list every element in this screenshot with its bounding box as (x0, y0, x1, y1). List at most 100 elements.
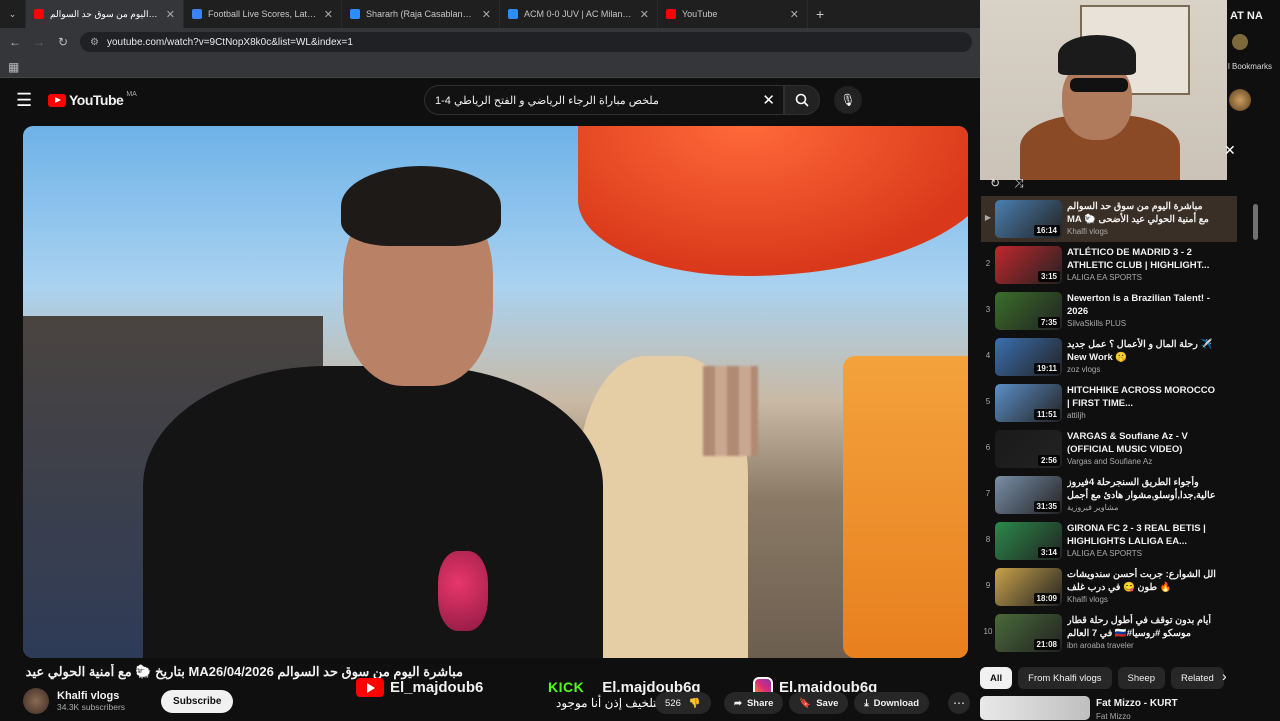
reload-icon[interactable]: ↻ (56, 35, 70, 49)
tab-title: Football Live Scores, Latest Foo (208, 9, 318, 19)
youtube-logo-text: YouTube (69, 92, 124, 108)
filter-chip[interactable]: All (980, 667, 1013, 689)
playlist-item-title[interactable]: ATLÉTICO DE MADRID 3 - 2 ATHLETIC CLUB |… (1067, 246, 1217, 272)
playlist-item-channel: LALIGA EA SPORTS (1067, 273, 1142, 282)
search-button[interactable] (784, 85, 820, 115)
back-icon[interactable]: ← (8, 35, 22, 49)
chevron-down-icon: ⌄ (8, 8, 17, 19)
playlist-item[interactable]: 2 3:15 ATLÉTICO DE MADRID 3 - 2 ATHLETIC C… (981, 242, 1237, 288)
close-playlist-icon[interactable]: ✕ (1224, 142, 1236, 159)
playlist-item-title[interactable]: Newerton is a Brazilian Talent! - 2026 (1067, 292, 1217, 318)
clear-search-icon[interactable]: ✕ (762, 91, 775, 109)
up-next-title[interactable]: Fat Mizzo - KURT (1096, 698, 1178, 709)
save-button[interactable]: 🔖 Save (789, 692, 849, 714)
playlist-item-channel: مشاوير فيروزية (1067, 503, 1119, 512)
video-player[interactable] (23, 126, 968, 658)
shuffle-icon[interactable]: ⤨ (1014, 176, 1024, 191)
playlist-item[interactable]: ▶ 16:14 مباشرة اليوم من سوق حد السوالم MA … (981, 196, 1237, 242)
download-button[interactable]: ⤓ Download (854, 692, 929, 714)
playlist-item-title[interactable]: VARGAS & Soufiane Az - V (OFFICIAL MUSIC… (1067, 430, 1217, 456)
all-bookmarks-link[interactable]: l Bookmarks (1228, 62, 1272, 71)
channel-avatar[interactable] (23, 688, 49, 714)
playlist-item[interactable]: 9 18:09 الل الشوارع: جربت أحسن سندويشات طو… (981, 564, 1237, 610)
playlist-item-channel: ibn aroaba traveler (1067, 641, 1134, 650)
playlist-item[interactable]: 6 2:56 VARGAS & Soufiane Az - V (OFFICIAL … (981, 426, 1237, 472)
close-tab-icon[interactable]: ✕ (640, 8, 649, 21)
playlist-thumbnail[interactable]: 3:14 (995, 522, 1062, 560)
playlist-item-title[interactable]: رحلة المال و الأعمال ؟ عمل جديد ✈️ New W… (1067, 338, 1217, 364)
voice-search-button[interactable]: 🎙 (834, 86, 862, 114)
youtube-logo[interactable]: YouTube MA (48, 91, 137, 108)
playlist-item-title[interactable]: HITCHHIKE ACROSS MOROCCO | FIRST TIME... (1067, 384, 1217, 410)
like-button[interactable]: 526 (665, 698, 681, 709)
close-tab-icon[interactable]: ✕ (324, 8, 333, 21)
playlist-item[interactable]: 4 19:11 رحلة المال و الأعمال ؟ عمل جديد ✈️… (981, 334, 1237, 380)
playlist-thumbnail[interactable]: 21:08 (995, 614, 1062, 652)
playlist-item-title[interactable]: وأجواء الطريق السنجرحلة 4فيروز عالية,جدا… (1067, 476, 1217, 502)
filter-chip[interactable]: From Khalfi vlogs (1018, 667, 1112, 689)
filter-chips: All From Khalfi vlogs Sheep Related (980, 667, 1224, 689)
search-input[interactable]: ملخص مباراة الرجاء الرياضي و الفتح الريا… (424, 85, 784, 115)
playlist-item[interactable]: 3 7:35 Newerton is a Brazilian Talent! - 2… (981, 288, 1237, 334)
playlist-item-channel: attiljh (1067, 411, 1086, 420)
playlist-thumbnail[interactable]: 16:14 (995, 200, 1062, 238)
video-frame-umbrella (578, 126, 968, 276)
duration-badge: 3:15 (1037, 271, 1060, 282)
duration-badge: 7:35 (1037, 317, 1060, 328)
playlist-item[interactable]: 10 21:08 أيام بدون توقف في أطول رحلة قطار … (981, 610, 1237, 656)
profile-avatar[interactable] (1232, 34, 1248, 50)
playlist-thumbnail[interactable]: 11:51 (995, 384, 1062, 422)
close-tab-icon[interactable]: ✕ (166, 8, 175, 21)
subscribe-button[interactable]: Subscribe (161, 689, 234, 713)
tab-favicon-icon (192, 9, 202, 19)
playlist-thumbnail[interactable]: 31:35 (995, 476, 1062, 514)
dislike-icon[interactable]: 👎 (689, 698, 701, 709)
up-next-video[interactable]: Fat Mizzo - KURT Fat Mizzo (980, 696, 1227, 721)
playlist-thumbnail[interactable]: 18:09 (995, 568, 1062, 606)
playlist-item-channel: Khalfi vlogs (1067, 227, 1108, 236)
playlist-item-title[interactable]: مباشرة اليوم من سوق حد السوالم MA مع أمن… (1067, 200, 1217, 226)
site-info-icon[interactable]: ⚙ (90, 37, 99, 48)
playlist-thumbnail[interactable]: 3:15 (995, 246, 1062, 284)
playlist-item-title[interactable]: أيام بدون توقف في أطول رحلة قطار في 7 ال… (1067, 614, 1217, 640)
close-tab-icon[interactable]: ✕ (790, 8, 799, 21)
playlist-index: 8 (985, 535, 991, 544)
more-actions-button[interactable]: ⋯ (948, 692, 970, 714)
kick-logo: KICK (548, 679, 585, 695)
loop-icon[interactable]: ↻ (990, 176, 1000, 191)
share-button[interactable]: ➦ Share (724, 692, 784, 714)
playlist-item[interactable]: 7 31:35 وأجواء الطريق السنجرحلة 4فيروز عال… (981, 472, 1237, 518)
filter-chip[interactable]: Sheep (1117, 667, 1166, 689)
browser-tab[interactable]: YouTube ✕ (658, 0, 808, 28)
new-tab-button[interactable]: + (808, 0, 832, 28)
tab-list-button[interactable]: ⌄ (0, 0, 26, 28)
playlist-thumbnail[interactable]: 2:56 (995, 430, 1062, 468)
forward-icon[interactable]: → (32, 35, 46, 49)
channel-name[interactable]: Khalfi vlogs (57, 690, 125, 702)
youtube-header: ☰ YouTube MA ملخص مباراة الرجاء الرياضي … (0, 78, 980, 122)
chevron-right-icon[interactable]: › (1222, 668, 1227, 684)
browser-tab[interactable]: مباشرة اليوم من سوق حد السوالم ✕ (26, 0, 184, 28)
playlist-item[interactable]: 5 11:51 HITCHHIKE ACROSS MOROCCO | FIRST T… (981, 380, 1237, 426)
browser-tab[interactable]: ACM 0-0 JUV | AC Milan v Juve ✕ (500, 0, 658, 28)
playlist-scrollbar[interactable] (1239, 196, 1258, 658)
playlist-thumbnail[interactable]: 7:35 (995, 292, 1062, 330)
playlist-item-title[interactable]: الل الشوارع: جربت أحسن سندويشات طون 😋 في… (1067, 568, 1217, 594)
duration-badge: 16:14 (1033, 225, 1060, 236)
browser-tab[interactable]: Shararh (Raja Casablanca) Stats ✕ (342, 0, 500, 28)
close-tab-icon[interactable]: ✕ (482, 8, 491, 21)
browser-tab[interactable]: Football Live Scores, Latest Foo ✕ (184, 0, 342, 28)
up-next-thumbnail[interactable] (980, 696, 1090, 720)
apps-grid-icon[interactable]: ▦ (8, 60, 19, 74)
filter-chip[interactable]: Related (1171, 667, 1224, 689)
playlist-thumbnail[interactable]: 19:11 (995, 338, 1062, 376)
playlist-item-title[interactable]: GIRONA FC 2 - 3 REAL BETIS | HIGHLIGHTS … (1067, 522, 1217, 548)
playlist-item[interactable]: 8 3:14 GIRONA FC 2 - 3 REAL BETIS | HIGHLI… (981, 518, 1237, 564)
browser-tab-bar: ⌄ مباشرة اليوم من سوق حد السوالم✕Footbal… (0, 0, 980, 28)
youtube-account-avatar[interactable] (1229, 89, 1251, 111)
hamburger-menu-icon[interactable]: ☰ (16, 90, 32, 111)
channel-row: Khalfi vlogs 34.3K subscribers Subscribe (23, 688, 234, 714)
url-field[interactable]: ⚙ youtube.com/watch?v=9CtNopX8k0c&list=W… (80, 32, 972, 52)
playlist-index: 4 (985, 351, 991, 360)
webcam-overlay (980, 0, 1227, 180)
